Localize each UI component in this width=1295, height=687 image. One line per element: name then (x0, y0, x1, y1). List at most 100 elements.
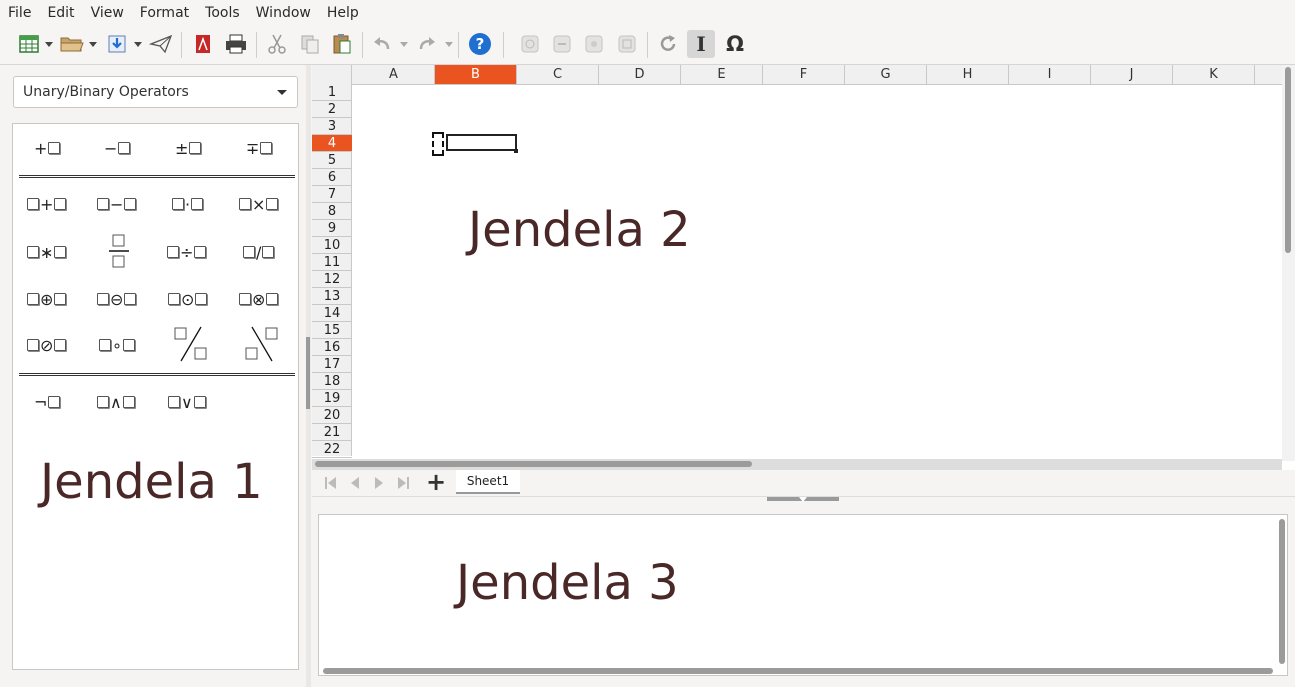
element-circled-plus[interactable]: ⊕ (26, 287, 67, 311)
select-all-corner[interactable] (312, 65, 352, 84)
spreadsheet-view[interactable]: ABCDEFGHIJK 1 2 3 4 5 6 7 8 9 10 11 12 13 14 15 16 17 18 1… (312, 65, 1295, 470)
column-header-k[interactable]: K (1173, 65, 1255, 84)
formula-edit-pane[interactable]: Jendela 3 (318, 514, 1288, 676)
cell-cursor[interactable] (446, 134, 517, 151)
scroll-thumb[interactable] (1285, 67, 1291, 253)
autofill-handle[interactable] (514, 149, 518, 153)
element-binary-minus[interactable]: − (96, 192, 137, 216)
symbols-icon[interactable]: Ω (721, 30, 749, 58)
element-binary-slash[interactable]: / (242, 240, 275, 264)
new-dropdown-chevron-icon[interactable] (44, 30, 54, 58)
splitter-grip[interactable] (306, 337, 310, 409)
copy-icon[interactable] (296, 30, 324, 58)
column-header-d[interactable]: D (599, 65, 681, 84)
row-header-20[interactable]: 20 (312, 407, 352, 424)
menu-help[interactable]: Help (319, 0, 367, 26)
element-unary-plus[interactable]: + (34, 136, 61, 160)
edit-horizontal-scrollbar[interactable] (319, 665, 1277, 675)
redo-dropdown-chevron-icon[interactable] (444, 30, 454, 58)
elements-category-dropdown[interactable]: Unary/Binary Operators (13, 76, 298, 108)
menu-file[interactable]: File (0, 0, 39, 26)
element-logical-not[interactable]: ¬ (34, 390, 61, 414)
print-icon[interactable] (222, 30, 250, 58)
column-header-j[interactable]: J (1091, 65, 1173, 84)
redo-icon[interactable] (413, 30, 441, 58)
element-circled-slash[interactable]: ⊘ (26, 333, 67, 357)
menu-tools[interactable]: Tools (197, 0, 248, 26)
element-wide-slash[interactable] (173, 326, 209, 362)
row-header-4[interactable]: 4 (312, 135, 352, 152)
row-header-13[interactable]: 13 (312, 288, 352, 305)
new-document-icon[interactable] (15, 30, 43, 58)
menu-window[interactable]: Window (248, 0, 319, 26)
row-header-19[interactable]: 19 (312, 390, 352, 407)
save-icon[interactable] (103, 30, 131, 58)
column-header-h[interactable]: H (927, 65, 1009, 84)
column-header-i[interactable]: I (1009, 65, 1091, 84)
menu-view[interactable]: View (83, 0, 132, 26)
formula-cursor-icon[interactable]: I (687, 30, 715, 58)
row-header-17[interactable]: 17 (312, 356, 352, 373)
menu-format[interactable]: Format (132, 0, 197, 26)
element-circled-times[interactable]: ⊗ (238, 287, 279, 311)
row-header-10[interactable]: 10 (312, 237, 352, 254)
scroll-thumb[interactable] (315, 461, 752, 467)
show-all-icon[interactable] (613, 30, 641, 58)
undo-dropdown-chevron-icon[interactable] (399, 30, 409, 58)
scroll-thumb[interactable] (1279, 519, 1285, 664)
last-sheet-icon[interactable] (394, 475, 412, 491)
column-header-e[interactable]: E (681, 65, 763, 84)
element-binary-asterisk[interactable]: ∗ (26, 240, 67, 264)
column-header-g[interactable]: G (845, 65, 927, 84)
row-header-22[interactable]: 22 (312, 441, 352, 458)
scroll-thumb[interactable] (323, 668, 1273, 674)
element-logical-and[interactable]: ∧ (96, 390, 136, 414)
row-header-21[interactable]: 21 (312, 424, 352, 441)
row-header-7[interactable]: 7 (312, 186, 352, 203)
row-header-14[interactable]: 14 (312, 305, 352, 322)
row-header-6[interactable]: 6 (312, 169, 352, 186)
menu-edit[interactable]: Edit (39, 0, 82, 26)
row-header-16[interactable]: 16 (312, 339, 352, 356)
sheet-vertical-scrollbar[interactable] (1282, 65, 1295, 461)
edit-vertical-scrollbar[interactable] (1277, 517, 1287, 667)
element-wide-backslash[interactable] (244, 326, 280, 362)
undo-icon[interactable] (368, 30, 396, 58)
element-plus-minus[interactable]: ± (175, 136, 202, 160)
export-pdf-icon[interactable] (189, 30, 217, 58)
send-icon[interactable] (147, 30, 175, 58)
zoom-out-icon[interactable] (548, 30, 576, 58)
element-binary-cdot[interactable]: · (171, 192, 204, 216)
paste-icon[interactable] (328, 30, 356, 58)
column-header-a[interactable]: A (353, 65, 435, 84)
first-sheet-icon[interactable] (322, 475, 340, 491)
row-header-11[interactable]: 11 (312, 254, 352, 271)
row-header-5[interactable]: 5 (312, 152, 352, 169)
element-circle-operator[interactable]: ∘ (98, 333, 136, 357)
vertical-splitter[interactable] (306, 65, 311, 687)
element-logical-or[interactable]: ∨ (167, 390, 207, 414)
row-header-3[interactable]: 3 (312, 118, 352, 135)
element-circled-dot[interactable]: ⊙ (167, 287, 208, 311)
row-header-8[interactable]: 8 (312, 203, 352, 220)
row-header-9[interactable]: 9 (312, 220, 352, 237)
help-icon[interactable]: ? (466, 30, 494, 58)
row-header-12[interactable]: 12 (312, 271, 352, 288)
open-dropdown-chevron-icon[interactable] (88, 30, 98, 58)
sheet-horizontal-scrollbar[interactable] (312, 459, 1282, 470)
row-header-2[interactable]: 2 (312, 101, 352, 118)
add-sheet-icon[interactable]: + (426, 468, 446, 496)
save-dropdown-chevron-icon[interactable] (133, 30, 143, 58)
column-header-f[interactable]: F (763, 65, 845, 84)
element-binary-plus[interactable]: + (26, 192, 67, 216)
column-header-b[interactable]: B (435, 65, 517, 84)
element-binary-times[interactable]: × (238, 192, 279, 216)
element-circled-minus[interactable]: ⊖ (96, 287, 137, 311)
update-icon[interactable] (654, 30, 682, 58)
row-header-1[interactable]: 1 (312, 84, 352, 101)
element-binary-divide[interactable]: ÷ (166, 240, 207, 264)
row-header-18[interactable]: 18 (312, 373, 352, 390)
zoom-100-icon[interactable] (580, 30, 608, 58)
element-minus-plus[interactable]: ∓ (246, 136, 273, 160)
element-unary-minus[interactable]: − (104, 136, 131, 160)
